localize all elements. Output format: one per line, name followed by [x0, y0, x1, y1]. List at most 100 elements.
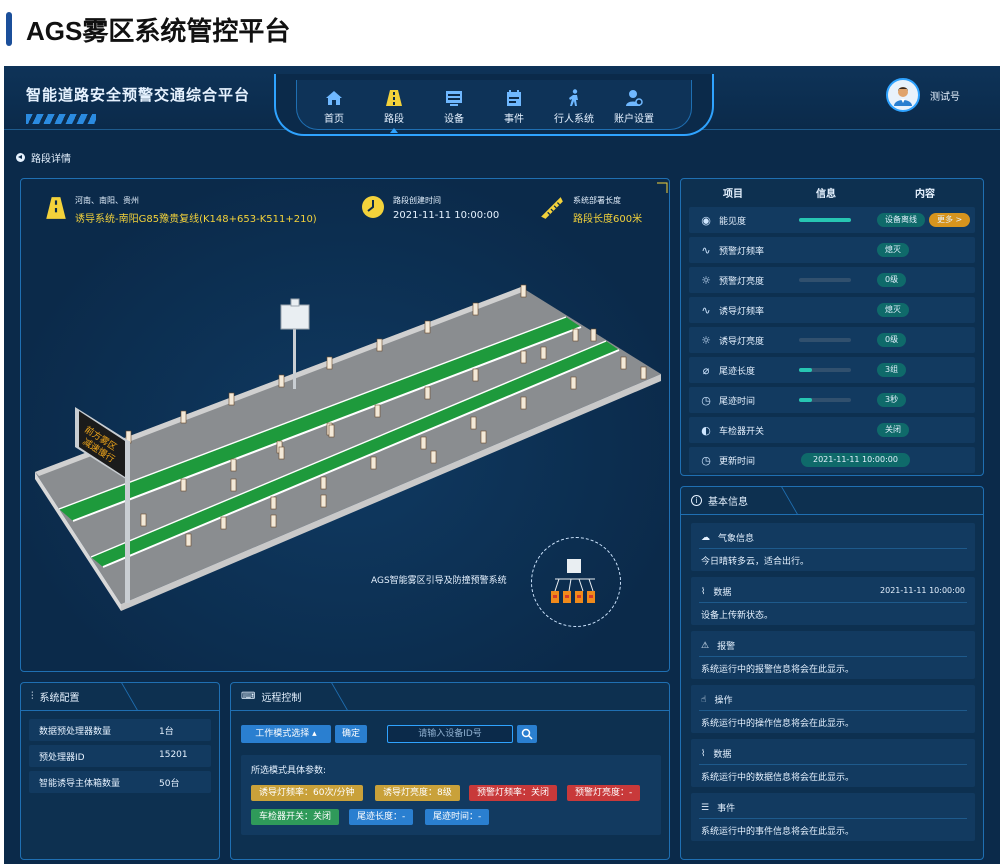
nav-item-device[interactable]: 设备 [424, 88, 484, 125]
card-text: 今日晴转多云，适合出行。 [701, 557, 810, 567]
remote-control-panel: ⌨ 远程控制 工作模式选择 ▴ 确定 所选模式具体参数: 诱导灯频率：60次/分… [230, 682, 670, 860]
card-title: 操作 [714, 696, 733, 706]
top-bar: 智能道路安全预警交通综合平台 首页 路段 设备 事件 行人系统 账户设置 测试号 [4, 66, 1000, 136]
system-config-panel: ⫶ 系统配置 数据预处理器数量 1台 预处理器ID 15201 智能诱导主体箱数… [20, 682, 220, 860]
avatar [886, 78, 920, 112]
status-row-detector: ◐ 车检器开关 关闭 [689, 417, 975, 443]
basic-info-panel: i 基本信息 ☁ 气象信息 今日晴转多云，适合出行。 ⌇ 数据 2021-11-11… [680, 486, 984, 860]
breadcrumb[interactable]: 路段详情 [16, 150, 71, 165]
mode-select[interactable]: 工作模式选择 ▴ [241, 725, 331, 743]
progress-bar [799, 278, 851, 282]
main-nav: 首页 路段 设备 事件 行人系统 账户设置 [304, 88, 664, 133]
app-window: 智能道路安全预警交通综合平台 首页 路段 设备 事件 行人系统 账户设置 测试号… [4, 66, 1000, 864]
row-label: 尾迹时间 [719, 396, 756, 407]
card-title: 数据 [713, 588, 732, 598]
progress-bar [799, 218, 851, 222]
device-id-input[interactable] [387, 725, 513, 743]
confirm-button[interactable]: 确定 [335, 725, 367, 743]
config-label: 智能诱导主体箱数量 [39, 779, 121, 789]
status-pill: 设备离线 [877, 213, 925, 227]
card-text: 系统运行中的数据信息将会在此显示。 [701, 773, 855, 783]
pulse-icon: ∿ [701, 303, 711, 317]
config-row: 智能诱导主体箱数量 50台 [29, 771, 211, 793]
info-card-data: ⌇ 数据 2021-11-11 10:00:00 设备上传新状态。 [691, 577, 975, 625]
status-row-guide-brightness: ☼ 诱导灯亮度 0级 [689, 327, 975, 353]
card-text: 设备上传新状态。 [701, 611, 774, 621]
status-pill: 2021-11-11 10:00:00 [801, 453, 910, 467]
back-arrow-icon [16, 153, 25, 162]
pedestrian-icon [569, 89, 578, 106]
info-icon: i [691, 495, 702, 506]
row-label: 能见度 [719, 216, 747, 227]
config-value: 50台 [159, 779, 180, 789]
col-header: 项目 [723, 188, 743, 200]
status-table-header: 项目 信息 内容 [681, 179, 983, 205]
clock-icon: ◷ [701, 453, 711, 467]
card-time: 2021-11-11 10:00:00 [880, 586, 965, 595]
user-avatar-icon [894, 87, 912, 106]
nav-item-pedestrian[interactable]: 行人系统 [544, 88, 604, 125]
config-label: 数据预处理器数量 [39, 727, 112, 737]
row-label: 诱导灯频率 [719, 306, 765, 317]
nav-item-home[interactable]: 首页 [304, 88, 364, 125]
row-label: 诱导灯亮度 [719, 336, 765, 347]
params-label: 所选模式具体参数: [251, 766, 327, 776]
row-label: 预警灯频率 [719, 246, 765, 257]
info-card-operation: ☝ 操作 系统运行中的操作信息将会在此显示。 [691, 685, 975, 733]
road-detail-panel: 河南、南阳、贵州 诱导系统-南阳G85豫贵复线(K148+653-K511+21… [20, 178, 670, 672]
page-header: AGS雾区系统管控平台 [0, 0, 1000, 58]
page-title: AGS雾区系统管控平台 [26, 15, 291, 46]
detector-icon: ◐ [701, 423, 711, 437]
nav-label: 设备 [444, 114, 464, 125]
alarm-icon: ⚠ [701, 640, 710, 651]
user-menu[interactable]: 测试号 [886, 78, 960, 112]
card-title: 数据 [713, 750, 732, 760]
data-icon: ⌇ [701, 748, 706, 759]
nav-item-account[interactable]: 账户设置 [604, 88, 664, 125]
device-logo-circle [531, 537, 621, 627]
nav-label: 账户设置 [614, 114, 654, 125]
user-name: 测试号 [930, 91, 960, 103]
more-button[interactable]: 更多 > [929, 213, 971, 227]
card-text: 系统运行中的报警信息将会在此显示。 [701, 665, 855, 675]
param-tag: 车检器开关：关闭 [251, 809, 340, 825]
device-icon [446, 91, 462, 106]
config-value: 15201 [159, 750, 188, 760]
system-config-header: ⫶ 系统配置 [21, 683, 219, 711]
param-tag: 诱导灯亮度：8级 [375, 785, 460, 801]
config-value: 1台 [159, 727, 174, 737]
progress-bar [799, 338, 851, 342]
status-pill: 3组 [877, 363, 907, 377]
nav-item-event[interactable]: 事件 [484, 88, 544, 125]
status-row-visibility: ◉ 能见度 设备离线 更多 > [689, 207, 975, 233]
status-pill: 熄灭 [877, 243, 909, 257]
status-pill: 关闭 [877, 423, 909, 437]
hand-icon: ☝ [701, 694, 707, 705]
eye-icon: ◉ [701, 213, 711, 227]
info-card-weather: ☁ 气象信息 今日晴转多云，适合出行。 [691, 523, 975, 571]
clock-icon: ◷ [701, 393, 711, 407]
search-icon [521, 728, 533, 740]
brand-title: 智能道路安全预警交通综合平台 [26, 86, 251, 104]
pulse-icon: ∿ [701, 243, 711, 257]
title-accent-bar [6, 12, 12, 46]
status-pill: 3秒 [877, 393, 907, 407]
nav-item-road[interactable]: 路段 [364, 88, 424, 133]
card-text: 系统运行中的事件信息将会在此显示。 [701, 827, 855, 837]
search-button[interactable] [517, 725, 537, 743]
breadcrumb-label: 路段详情 [31, 154, 71, 165]
nav-label: 事件 [504, 114, 524, 125]
status-row-warn-brightness: ☼ 预警灯亮度 0级 [689, 267, 975, 293]
status-table-panel: 项目 信息 内容 ◉ 能见度 设备离线 更多 > ∿ 预警灯频率 熄灭 ☼ 预警… [680, 178, 984, 476]
account-icon [626, 90, 643, 106]
mode-select-label: 工作模式选择 [255, 729, 310, 739]
card-text: 系统运行中的操作信息将会在此显示。 [701, 719, 855, 729]
row-label: 更新时间 [719, 456, 756, 467]
nav-label: 首页 [324, 114, 344, 125]
nav-label: 行人系统 [554, 114, 594, 125]
sun-icon: ☼ [701, 273, 711, 287]
param-tag: 诱导灯频率：60次/分钟 [251, 785, 363, 801]
ags-system-label: AGS智能雾区引导及防撞预警系统 [371, 576, 507, 586]
status-row-warn-freq: ∿ 预警灯频率 熄灭 [689, 237, 975, 263]
config-label: 预处理器ID [39, 753, 85, 763]
